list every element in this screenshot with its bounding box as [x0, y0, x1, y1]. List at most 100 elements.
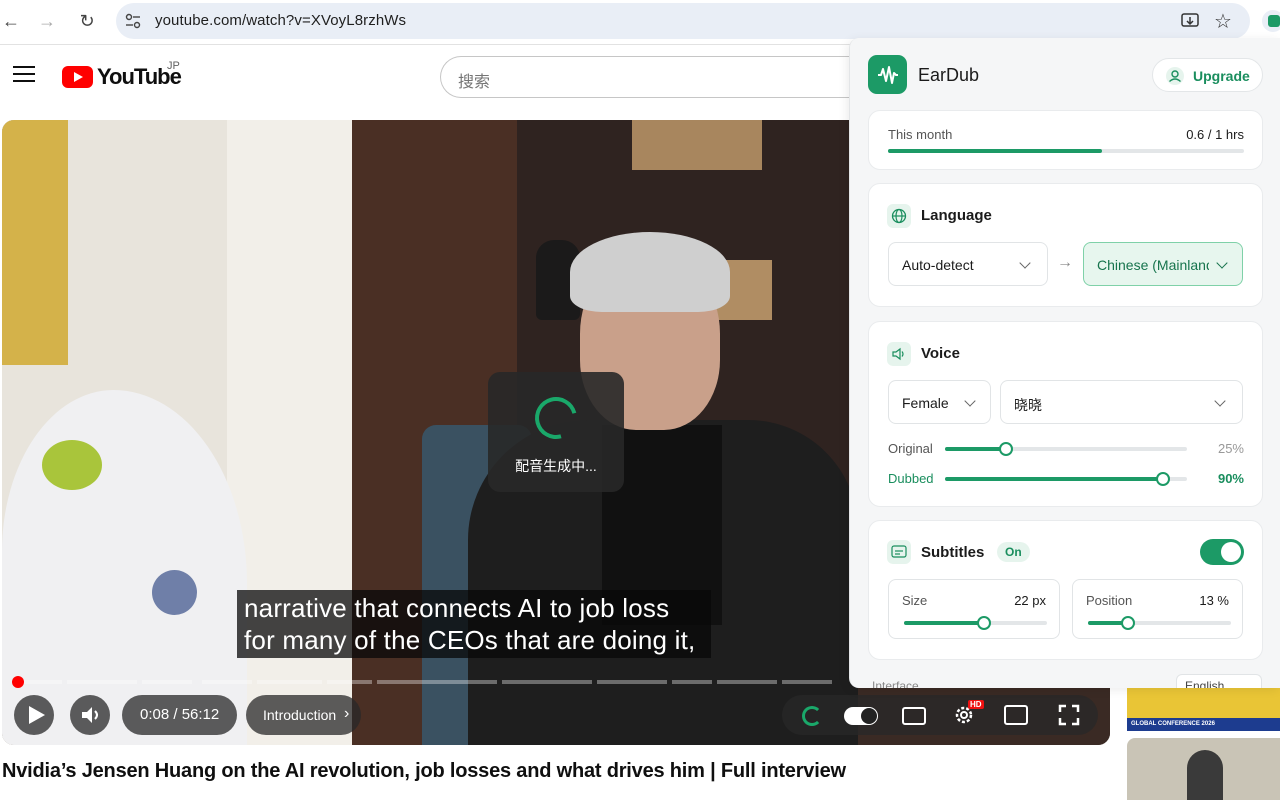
usage-card: This month 0.6 / 1 hrs	[868, 110, 1263, 170]
original-volume-label: Original	[888, 441, 933, 456]
panel-header: EarDub Upgrade	[850, 38, 1280, 110]
target-language-select[interactable]: Chinese (Mainland)	[1083, 242, 1243, 286]
chapter-segment[interactable]	[377, 680, 497, 684]
interface-language-select[interactable]: English	[1176, 674, 1262, 688]
voice-gender-value: Female	[902, 395, 949, 411]
interface-label: Interface	[872, 679, 919, 688]
reload-icon[interactable]: ↻	[74, 8, 100, 34]
original-volume-value: 25%	[1217, 441, 1244, 456]
youtube-play-logo-icon	[62, 66, 93, 88]
voice-name-select[interactable]: 晓晓	[1000, 380, 1243, 424]
subtitles-status-badge: On	[997, 542, 1030, 562]
related-video-thumbnail[interactable]: GLOBAL CONFERENCE 2026	[1127, 688, 1280, 731]
original-volume-knob[interactable]	[998, 442, 1013, 456]
scene-box	[632, 120, 762, 170]
target-language-value: Chinese (Mainland)	[1097, 257, 1209, 273]
chapter-segment[interactable]	[782, 680, 832, 684]
source-language-select[interactable]: Auto-detect	[888, 242, 1048, 286]
brand-name: EarDub	[918, 65, 980, 85]
subtitle-size-control: Size 22 px	[888, 579, 1060, 639]
original-volume-slider[interactable]	[945, 442, 1187, 456]
subtitle-position-knob[interactable]	[1121, 616, 1135, 630]
site-info-icon[interactable]	[125, 13, 141, 29]
subtitles-toggle[interactable]	[1200, 539, 1244, 565]
play-button[interactable]	[14, 695, 54, 735]
chapter-segment[interactable]	[327, 680, 372, 684]
voice-name-value: 晓晓	[1014, 397, 1042, 413]
subtitle-size-slider[interactable]	[904, 616, 1047, 630]
dubbing-loading-overlay: 配音生成中...	[488, 372, 624, 492]
subtitle-size-knob[interactable]	[977, 616, 991, 630]
eardub-status-icon[interactable]	[802, 706, 822, 726]
chevron-down-icon	[964, 395, 976, 407]
arrow-right-icon: →	[1057, 254, 1073, 271]
menu-icon[interactable]	[13, 66, 35, 84]
usage-label: This month	[888, 127, 953, 142]
chapter-segment[interactable]	[672, 680, 712, 684]
dubbed-volume-label: Dubbed	[888, 471, 934, 486]
search-input[interactable]: 搜索	[440, 56, 880, 98]
chapter-segment[interactable]	[67, 680, 137, 684]
dubbed-volume-knob[interactable]	[1155, 472, 1170, 486]
loading-text: 配音生成中...	[515, 458, 597, 474]
region-code: JP	[167, 60, 180, 72]
language-title: Language	[921, 207, 992, 224]
eardub-extension-icon[interactable]	[1268, 15, 1280, 27]
subtitle-line-2: for many of the CEOs that are doing it,	[244, 625, 696, 655]
usage-value: 0.6 / 1 hrs	[1186, 127, 1244, 142]
subtitle-size-fill	[904, 621, 984, 625]
voice-gender-select[interactable]: Female	[888, 380, 991, 424]
chapter-segment[interactable]	[202, 680, 252, 684]
speaker-icon	[887, 342, 911, 366]
back-icon[interactable]: ←	[0, 8, 24, 34]
right-controls: HD	[782, 695, 1098, 735]
subtitle-position-control: Position 13 %	[1072, 579, 1243, 639]
scene-flower-blue	[152, 570, 197, 615]
chapter-button[interactable]: Introduction ›	[246, 695, 361, 735]
eardub-panel: EarDub Upgrade This month 0.6 / 1 hrs La…	[849, 38, 1280, 688]
chapter-segment[interactable]	[502, 680, 592, 684]
time-display: 0:08 / 56:12	[122, 695, 237, 735]
eardub-logo-icon	[868, 55, 907, 94]
fullscreen-icon[interactable]	[1058, 704, 1080, 726]
dubbed-volume-fill	[945, 477, 1163, 481]
subtitles-toggle-knob	[1221, 542, 1241, 562]
search-placeholder: 搜索	[458, 74, 491, 91]
install-app-icon[interactable]	[1180, 11, 1200, 31]
chapter-segment[interactable]	[597, 680, 667, 684]
chevron-down-icon	[1214, 395, 1226, 407]
chevron-right-icon: ›	[344, 705, 350, 722]
time-text: 0:08 / 56:12	[140, 706, 220, 723]
autoplay-knob	[861, 708, 877, 724]
address-bar[interactable]: youtube.com/watch?v=XVoyL8rzhWs ☆	[116, 3, 1250, 39]
chapter-segment[interactable]	[142, 680, 192, 684]
volume-icon	[82, 707, 98, 723]
upgrade-button[interactable]: Upgrade	[1152, 58, 1263, 92]
bookmark-star-icon[interactable]: ☆	[1214, 9, 1232, 34]
chevron-down-icon	[1216, 257, 1228, 269]
loading-spinner-icon	[527, 389, 585, 447]
hd-badge: HD	[968, 700, 984, 709]
dubbed-volume-slider[interactable]	[945, 472, 1187, 486]
related-video-thumbnail[interactable]	[1127, 738, 1280, 800]
thumbnail-person	[1187, 750, 1223, 800]
progress-scrubber[interactable]	[12, 676, 24, 688]
user-icon	[1166, 67, 1184, 85]
original-volume-fill	[945, 447, 1006, 451]
chapter-segment[interactable]	[257, 680, 322, 684]
theater-mode-icon[interactable]	[1004, 705, 1028, 725]
chapter-segment[interactable]	[717, 680, 777, 684]
subtitle-overlay: narrative that connects AI to job loss f…	[237, 590, 711, 658]
thumbnail-text: GLOBAL CONFERENCE 2026	[1131, 721, 1215, 727]
profile-area[interactable]	[1262, 10, 1280, 32]
forward-icon[interactable]: →	[34, 8, 60, 34]
globe-icon	[887, 204, 911, 228]
volume-button[interactable]	[70, 695, 110, 735]
usage-bar-fill	[888, 149, 1102, 153]
subtitles-cc-icon[interactable]	[902, 707, 926, 725]
subtitle-position-slider[interactable]	[1088, 616, 1231, 630]
thumbnail-banner	[1127, 688, 1280, 718]
subtitle-line-1: narrative that connects AI to job loss	[244, 593, 670, 623]
scene-flower-green	[42, 440, 102, 490]
autoplay-toggle[interactable]	[844, 707, 878, 725]
